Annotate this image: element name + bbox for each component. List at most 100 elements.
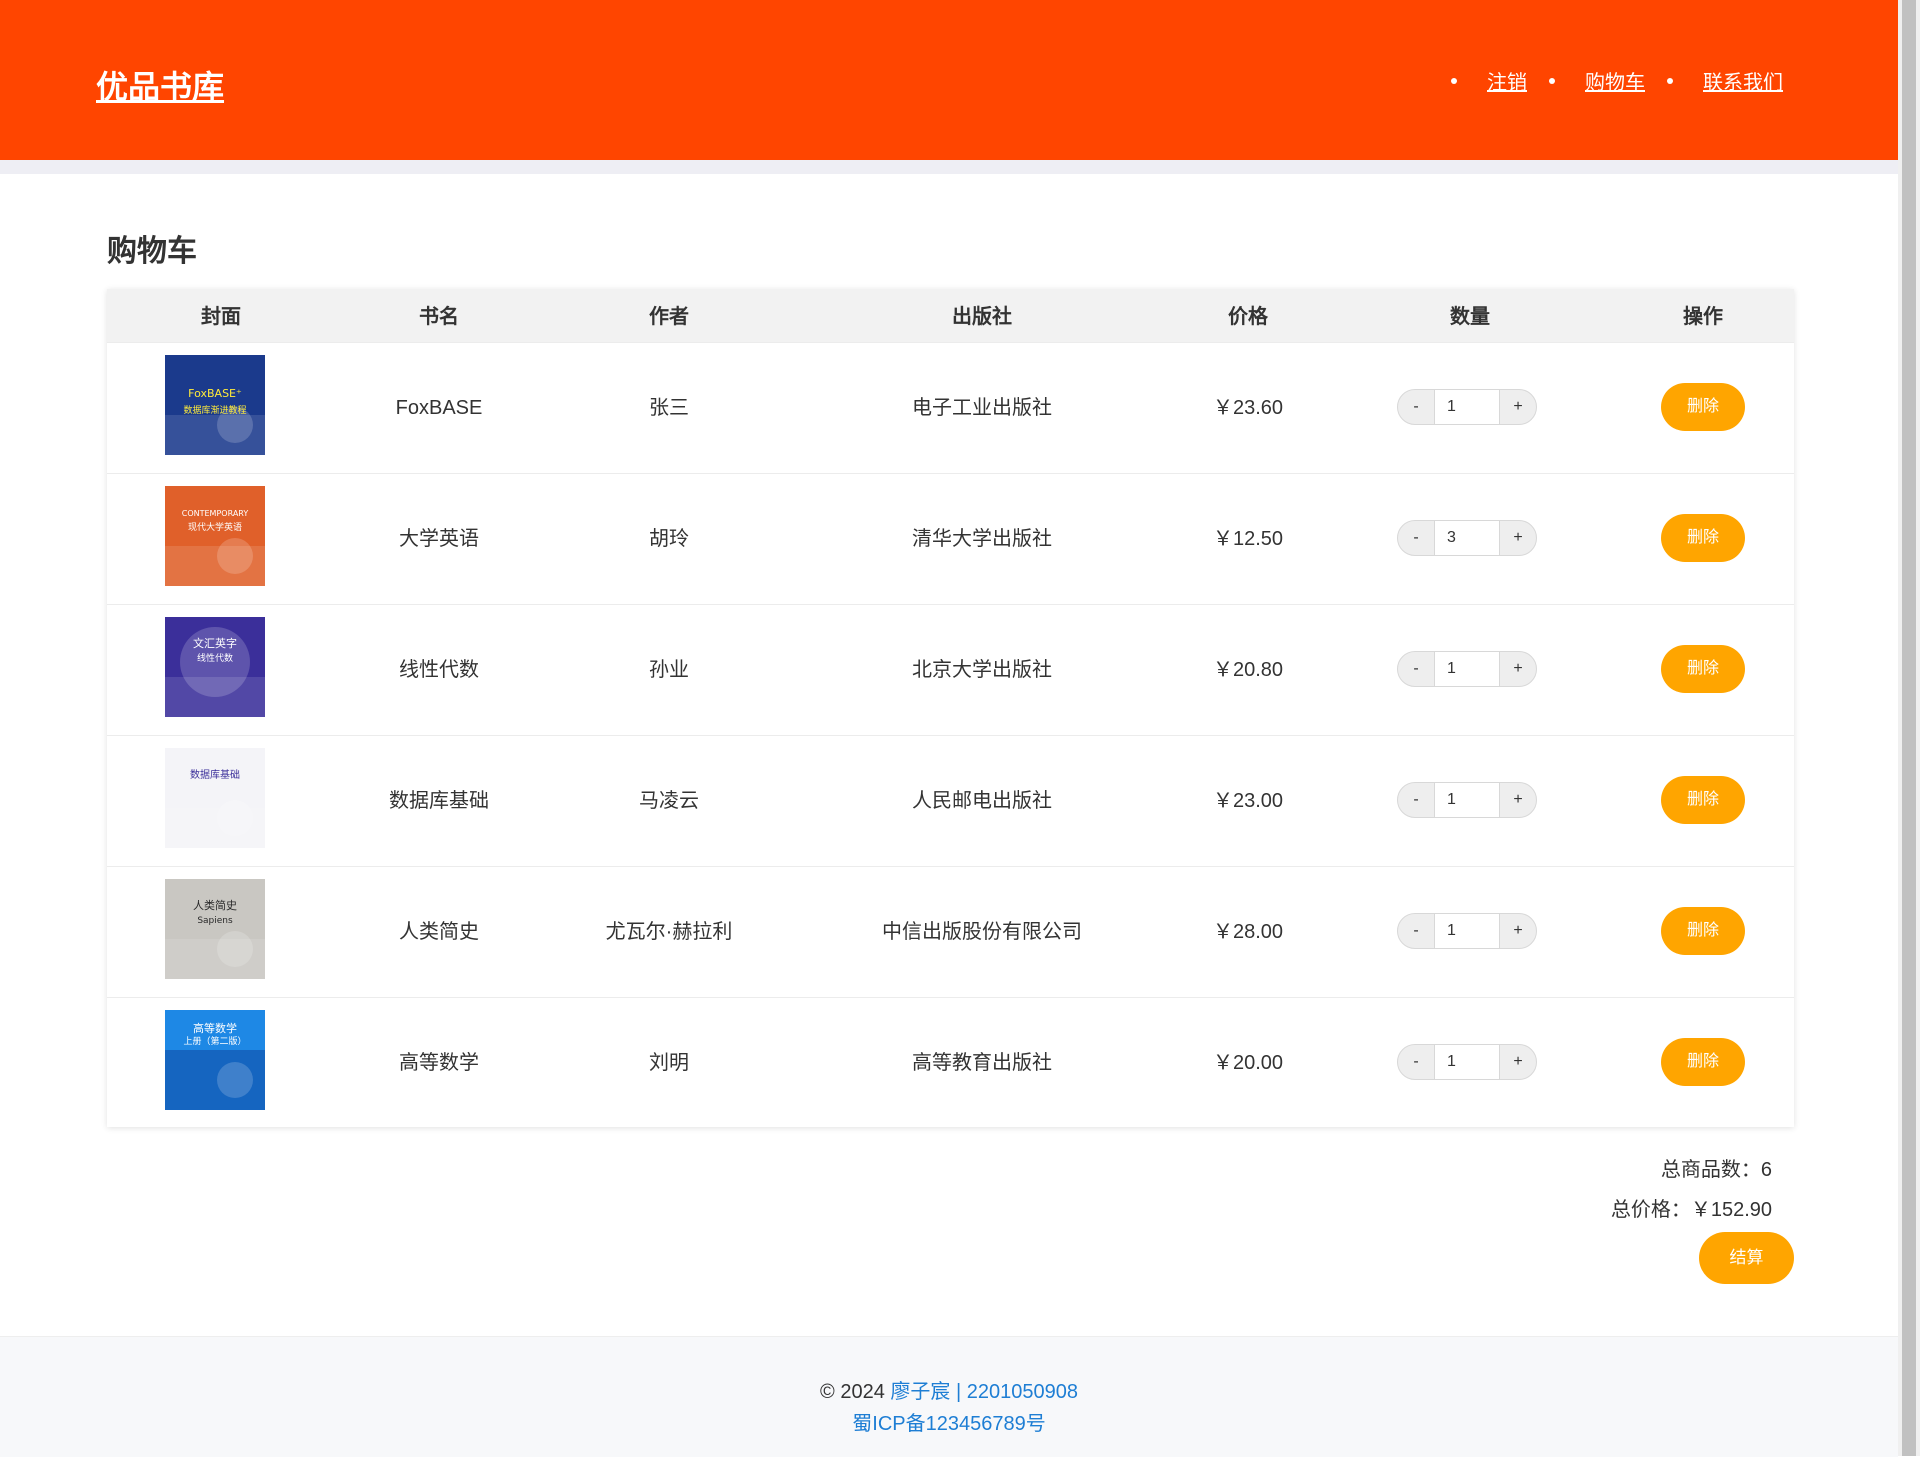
book-price: ￥12.50 [1212, 528, 1284, 550]
total-price: 总价格：￥152.90 [1610, 1199, 1772, 1221]
book-author: 胡玲 [649, 528, 689, 550]
delete-button[interactable]: 删除 [1661, 645, 1745, 693]
decrease-quantity-button[interactable]: - [1397, 651, 1435, 687]
table-row: 文汇英字 线性代数 线性代数 孙业 北京大学出版社 ￥20.80 - 1 + 删… [107, 604, 1794, 736]
book-author: 尤瓦尔·赫拉利 [605, 921, 733, 943]
cover-line-2: 数据库渐进教程 [183, 404, 246, 416]
cover-line-1: CONTEMPORARY [182, 509, 249, 518]
quantity-input[interactable]: 3 [1435, 520, 1499, 556]
book-author: 孙业 [649, 659, 689, 681]
increase-quantity-button[interactable]: + [1499, 782, 1537, 818]
book-title: 大学英语 [399, 528, 479, 550]
column-header-action: 操作 [1683, 306, 1723, 328]
total-items: 总商品数：6 [1660, 1159, 1772, 1181]
cover-line-2: 上册（第二版） [183, 1035, 246, 1047]
icp-link[interactable]: 蜀ICP备123456789号 [852, 1413, 1045, 1435]
table-row: CONTEMPORARY 现代大学英语 大学英语 胡玲 清华大学出版社 ￥12.… [107, 473, 1794, 605]
quantity-stepper: - 1 + [1397, 389, 1537, 425]
delete-button[interactable]: 删除 [1661, 1038, 1745, 1086]
table-row: FoxBASE⁺ 数据库渐进教程 FoxBASE 张三 电子工业出版社 ￥23.… [107, 342, 1794, 474]
quantity-stepper: - 1 + [1397, 782, 1537, 818]
table-row: 人类简史 Sapiens 人类简史 尤瓦尔·赫拉利 中信出版股份有限公司 ￥28… [107, 866, 1794, 998]
main-nav: 注销 购物车 联系我们 [1429, 66, 1783, 95]
quantity-input[interactable]: 1 [1435, 651, 1499, 687]
book-title: FoxBASE [395, 397, 483, 419]
decrease-quantity-button[interactable]: - [1397, 913, 1435, 949]
decrease-quantity-button[interactable]: - [1397, 782, 1435, 818]
book-cover: 文汇英字 线性代数 [165, 617, 265, 717]
increase-quantity-button[interactable]: + [1499, 389, 1537, 425]
bullet-icon [1451, 77, 1457, 84]
book-cover-art: CONTEMPORARY 现代大学英语 [165, 486, 265, 586]
book-author: 刘明 [649, 1052, 689, 1074]
book-cover-art: 人类简史 Sapiens [165, 879, 265, 979]
nav-link-logout[interactable]: 注销 [1487, 66, 1527, 95]
footer-line-1: © 2024 廖子宸 | 2201050908 [0, 1375, 1898, 1404]
book-cover-art: 文汇英字 线性代数 [165, 617, 265, 717]
decrease-quantity-button[interactable]: - [1397, 1044, 1435, 1080]
increase-quantity-button[interactable]: + [1499, 1044, 1537, 1080]
scrollbar-thumb[interactable] [1902, 0, 1916, 1456]
cover-line-1: 人类简史 [193, 898, 237, 912]
footer-line-2: 蜀ICP备123456789号 [0, 1407, 1898, 1436]
book-cover: 数据库基础 [165, 748, 265, 848]
book-cover-art: 高等数学 上册（第二版） [165, 1010, 265, 1110]
page: 优品书库 注销 购物车 联系我们 购物车 封面 书名 作者 出版社 价格 数量 [0, 0, 1898, 1457]
column-header-quantity: 数量 [1450, 306, 1490, 328]
quantity-stepper: - 1 + [1397, 1044, 1537, 1080]
page-title: 购物车 [107, 235, 197, 268]
table-row: 数据库基础 数据库基础 马凌云 人民邮电出版社 ￥23.00 - 1 + 删除 [107, 735, 1794, 867]
column-header-price: 价格 [1228, 306, 1268, 328]
quantity-stepper: - 3 + [1397, 520, 1537, 556]
cover-line-1: FoxBASE⁺ [188, 387, 242, 400]
quantity-input[interactable]: 1 [1435, 782, 1499, 818]
book-title: 高等数学 [399, 1052, 479, 1074]
quantity-stepper: - 1 + [1397, 651, 1537, 687]
book-price: ￥23.60 [1212, 397, 1284, 419]
column-header-cover: 封面 [201, 306, 241, 328]
checkout-button[interactable]: 结算 [1699, 1232, 1794, 1284]
site-logo-link[interactable]: 优品书库 [96, 62, 224, 108]
increase-quantity-button[interactable]: + [1499, 913, 1537, 949]
delete-button[interactable]: 删除 [1661, 514, 1745, 562]
quantity-input[interactable]: 1 [1435, 389, 1499, 425]
book-cover-art: 数据库基础 [165, 748, 265, 848]
decrease-quantity-button[interactable]: - [1397, 389, 1435, 425]
bullet-icon [1667, 77, 1673, 84]
book-publisher: 清华大学出版社 [912, 528, 1052, 550]
book-publisher: 北京大学出版社 [912, 659, 1052, 681]
cover-line-1: 高等数学 [193, 1021, 237, 1035]
column-header-title: 书名 [419, 306, 459, 328]
decrease-quantity-button[interactable]: - [1397, 520, 1435, 556]
book-price: ￥20.00 [1212, 1052, 1284, 1074]
author-link[interactable]: 廖子宸 | 2201050908 [890, 1381, 1078, 1403]
book-title: 人类简史 [399, 921, 479, 943]
nav-item-logout: 注销 [1451, 66, 1527, 95]
delete-button[interactable]: 删除 [1661, 907, 1745, 955]
top-header: 优品书库 注销 购物车 联系我们 [0, 0, 1898, 174]
nav-link-contact[interactable]: 联系我们 [1703, 66, 1783, 95]
cover-line-2: 现代大学英语 [188, 521, 242, 533]
nav-item-contact: 联系我们 [1667, 66, 1783, 95]
book-publisher: 电子工业出版社 [912, 397, 1052, 419]
nav-link-cart[interactable]: 购物车 [1585, 66, 1645, 95]
book-cover-art: FoxBASE⁺ 数据库渐进教程 [165, 355, 265, 455]
book-publisher: 人民邮电出版社 [912, 790, 1052, 812]
book-price: ￥20.80 [1212, 659, 1284, 681]
delete-button[interactable]: 删除 [1661, 383, 1745, 431]
delete-button[interactable]: 删除 [1661, 776, 1745, 824]
increase-quantity-button[interactable]: + [1499, 520, 1537, 556]
footer: © 2024 廖子宸 | 2201050908 蜀ICP备123456789号 [0, 1336, 1898, 1457]
quantity-input[interactable]: 1 [1435, 913, 1499, 949]
bullet-icon [1549, 77, 1555, 84]
book-publisher: 中信出版股份有限公司 [882, 921, 1082, 943]
table-row: 高等数学 上册（第二版） 高等数学 刘明 高等教育出版社 ￥20.00 - 1 … [107, 997, 1794, 1129]
vertical-scrollbar[interactable] [1898, 0, 1920, 1456]
quantity-input[interactable]: 1 [1435, 1044, 1499, 1080]
book-title: 数据库基础 [389, 790, 489, 812]
book-cover: FoxBASE⁺ 数据库渐进教程 [165, 355, 265, 455]
book-author: 马凌云 [639, 790, 699, 812]
book-publisher: 高等教育出版社 [912, 1052, 1052, 1074]
book-cover: CONTEMPORARY 现代大学英语 [165, 486, 265, 586]
increase-quantity-button[interactable]: + [1499, 651, 1537, 687]
